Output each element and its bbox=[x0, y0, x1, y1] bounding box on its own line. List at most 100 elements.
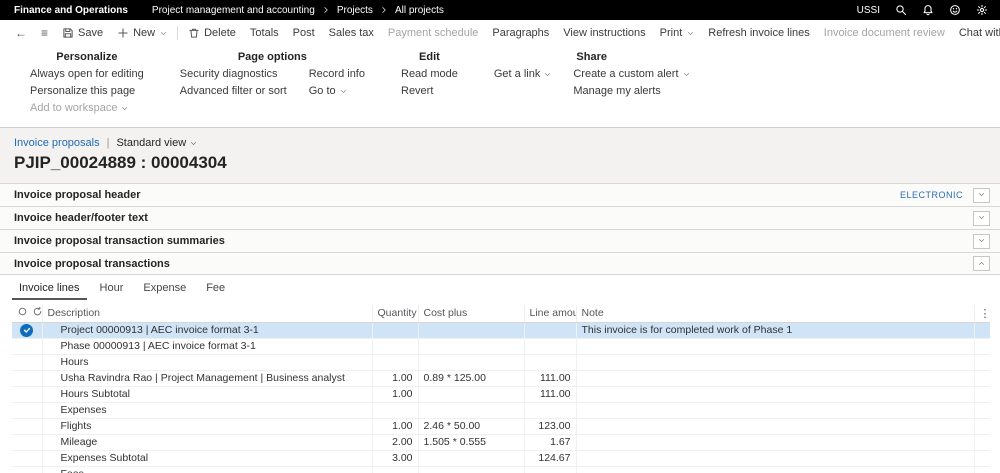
back-button[interactable]: ← bbox=[8, 20, 34, 46]
table-row[interactable]: Mileage 2.00 1.505 * 0.555 1.67 bbox=[12, 434, 990, 451]
column-header-quantity[interactable]: Quantity bbox=[372, 305, 419, 323]
cell-select[interactable] bbox=[12, 402, 43, 419]
chevron-up-icon bbox=[978, 258, 985, 270]
bell-icon[interactable] bbox=[922, 4, 934, 16]
column-header-cost-plus[interactable]: Cost plus bbox=[418, 305, 525, 323]
option-item[interactable]: Manage my alerts bbox=[573, 83, 689, 100]
column-header-note[interactable]: Note bbox=[576, 305, 975, 323]
payment-schedule-button[interactable]: Payment schedule bbox=[381, 20, 486, 46]
table-row[interactable]: Flights 1.00 2.46 * 50.00 123.00 bbox=[12, 418, 990, 435]
option-item[interactable]: Create a custom alert bbox=[573, 66, 689, 83]
breadcrumb-item-module[interactable]: Project management and accounting bbox=[152, 5, 315, 16]
table-row[interactable]: Project 00000913 | AEC invoice format 3-… bbox=[12, 322, 990, 339]
chevron-down-icon bbox=[340, 88, 347, 95]
option-item[interactable]: Always open for editing bbox=[30, 66, 144, 83]
table-row[interactable]: Expenses bbox=[12, 402, 990, 419]
app-name[interactable]: Finance and Operations bbox=[0, 5, 142, 16]
section-invoice-header-footer-text[interactable]: Invoice header/footer text bbox=[0, 206, 1000, 229]
table-row[interactable]: Hours Subtotal 1.00 111.00 bbox=[12, 386, 990, 403]
cell-description: Flights bbox=[42, 418, 373, 435]
row-selected-check-icon bbox=[20, 323, 34, 337]
option-item[interactable]: Revert bbox=[401, 83, 458, 100]
standard-view-selector[interactable]: Standard view bbox=[116, 137, 197, 149]
cell-quantity: 1.00 bbox=[372, 418, 419, 435]
print-button[interactable]: Print bbox=[653, 20, 702, 46]
option-item[interactable]: Personalize this page bbox=[30, 83, 144, 100]
chevron-right-icon bbox=[380, 6, 388, 14]
breadcrumb-item-projects[interactable]: Projects bbox=[337, 5, 373, 16]
select-all-header[interactable] bbox=[12, 305, 43, 323]
collapse-menu-button[interactable]: ≡ bbox=[34, 20, 55, 46]
post-button[interactable]: Post bbox=[286, 20, 322, 46]
table-row[interactable]: Phase 00000913 | AEC invoice format 3-1 bbox=[12, 338, 990, 355]
totals-button[interactable]: Totals bbox=[243, 20, 286, 46]
section-invoice-proposal-transaction-summaries[interactable]: Invoice proposal transaction summaries bbox=[0, 229, 1000, 252]
new-button[interactable]: New bbox=[110, 20, 174, 46]
option-item[interactable]: Go to bbox=[309, 83, 365, 100]
expand-section-button[interactable] bbox=[973, 210, 990, 226]
invoice-proposals-link[interactable]: Invoice proposals bbox=[14, 137, 100, 149]
cell-select[interactable] bbox=[12, 434, 43, 451]
invoice-document-review-button[interactable]: Invoice document review bbox=[817, 20, 952, 46]
expand-section-button[interactable] bbox=[973, 233, 990, 249]
delete-button[interactable]: Delete bbox=[181, 20, 243, 46]
option-item[interactable]: Record info bbox=[309, 66, 365, 83]
toolbar-button-label: Paragraphs bbox=[492, 27, 550, 39]
search-icon[interactable] bbox=[895, 4, 907, 16]
column-header-line-amount[interactable]: Line amount bbox=[524, 305, 577, 323]
section-invoice-proposal-header[interactable]: Invoice proposal header ELECTRONIC bbox=[0, 183, 1000, 206]
save-button[interactable]: Save bbox=[55, 20, 110, 46]
collapse-section-button[interactable] bbox=[973, 256, 990, 271]
cell-cost-plus: 1.505 * 0.555 bbox=[418, 434, 525, 451]
tab-expense[interactable]: Expense bbox=[136, 279, 193, 300]
top-navigation-bar: Finance and Operations Project managemen… bbox=[0, 0, 1000, 20]
cell-select[interactable] bbox=[12, 466, 43, 473]
cell-select[interactable] bbox=[12, 418, 43, 435]
column-options-icon[interactable]: ⋮ bbox=[974, 305, 990, 323]
plus-icon bbox=[117, 27, 129, 39]
expand-section-button[interactable] bbox=[973, 187, 990, 203]
cell-line-amount bbox=[524, 402, 577, 419]
cell-select[interactable] bbox=[12, 450, 43, 467]
breadcrumb-item-all-projects[interactable]: All projects bbox=[395, 5, 444, 16]
paragraphs-button[interactable]: Paragraphs bbox=[485, 20, 556, 46]
transactions-section-body: Invoice lines Hour Expense Fee Descripti… bbox=[0, 275, 1000, 473]
section-title: Invoice header/footer text bbox=[14, 212, 148, 224]
feedback-smiley-icon[interactable] bbox=[949, 4, 961, 16]
cell-select[interactable] bbox=[12, 322, 43, 339]
cell-select[interactable] bbox=[12, 354, 43, 371]
tab-hour[interactable]: Hour bbox=[93, 279, 131, 300]
option-item[interactable]: Add to workspace bbox=[30, 100, 144, 117]
chat-with-billing-approver-button[interactable]: Chat with billing approver bbox=[952, 20, 1000, 46]
toolbar-button-label: Refresh invoice lines bbox=[708, 27, 810, 39]
tab-fee[interactable]: Fee bbox=[199, 279, 232, 300]
table-row[interactable]: Fees bbox=[12, 466, 990, 473]
back-arrow-icon: ← bbox=[15, 26, 27, 40]
table-row[interactable]: Usha Ravindra Rao | Project Management |… bbox=[12, 370, 990, 387]
option-item[interactable]: Security diagnostics bbox=[180, 66, 287, 83]
option-item[interactable]: Get a link bbox=[494, 66, 551, 83]
refresh-invoice-lines-button[interactable]: Refresh invoice lines bbox=[701, 20, 817, 46]
cell-select[interactable] bbox=[12, 338, 43, 355]
cell-select[interactable] bbox=[12, 386, 43, 403]
sales-tax-button[interactable]: Sales tax bbox=[322, 20, 381, 46]
cell-more bbox=[974, 322, 990, 339]
table-row[interactable]: Expenses Subtotal 3.00 124.67 bbox=[12, 450, 990, 467]
column-header-description[interactable]: Description bbox=[42, 305, 373, 323]
select-all-icon[interactable] bbox=[17, 306, 28, 320]
company-selector[interactable]: USSI bbox=[857, 5, 880, 16]
cell-quantity: 2.00 bbox=[372, 434, 419, 451]
table-row[interactable]: Hours bbox=[12, 354, 990, 371]
action-pane: ← ≡ Save New Delete Totals Post Sales tax Paymen… bbox=[0, 20, 1000, 128]
option-item[interactable]: Advanced filter or sort bbox=[180, 83, 287, 100]
section-invoice-proposal-transactions[interactable]: Invoice proposal transactions bbox=[0, 252, 1000, 275]
settings-gear-icon[interactable] bbox=[976, 4, 988, 16]
view-instructions-button[interactable]: View instructions bbox=[556, 20, 652, 46]
cell-line-amount bbox=[524, 354, 577, 371]
refresh-grid-icon[interactable] bbox=[32, 306, 41, 320]
tab-invoice-lines[interactable]: Invoice lines bbox=[12, 279, 87, 300]
page-content: Invoice proposals | Standard view PJIP_0… bbox=[0, 128, 1000, 473]
cell-select[interactable] bbox=[12, 370, 43, 387]
option-item[interactable]: Read mode bbox=[401, 66, 458, 83]
cell-note bbox=[576, 434, 975, 451]
